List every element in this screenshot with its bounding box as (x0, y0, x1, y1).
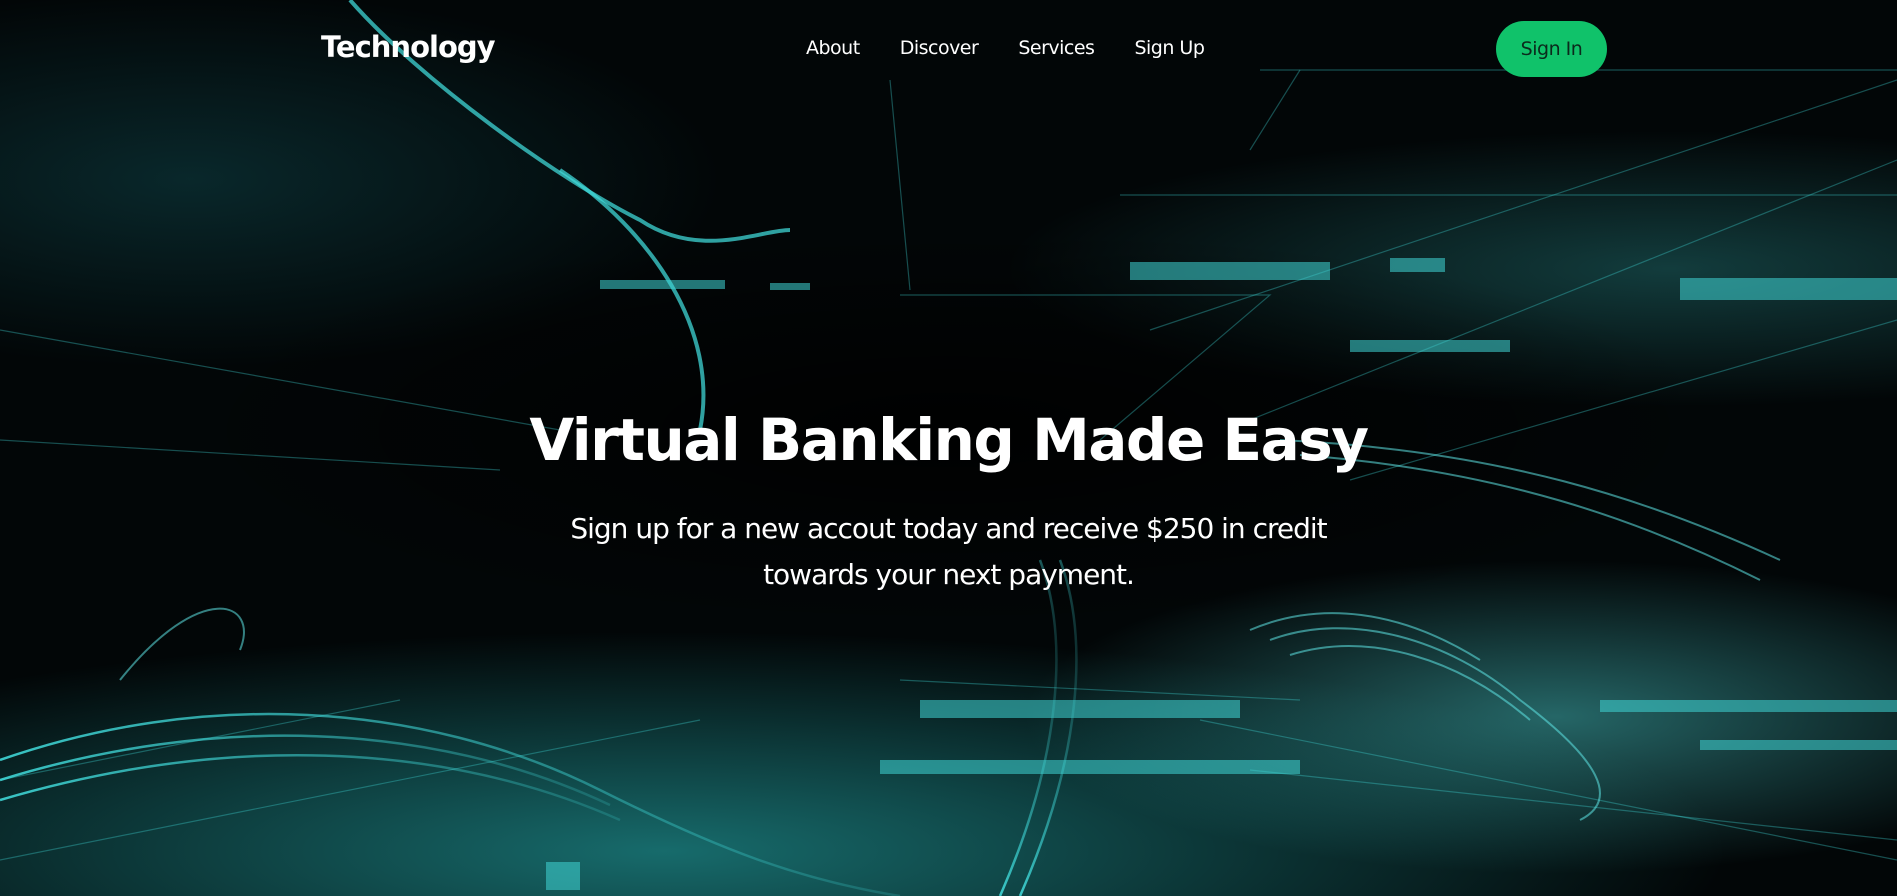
nav-link-discover[interactable]: Discover (900, 37, 979, 59)
hero-subtitle: Sign up for a new accout today and recei… (570, 512, 1327, 591)
hero-content: Virtual Banking Made Easy Sign up for a … (0, 400, 1897, 598)
brand-logo[interactable]: Technology (321, 30, 496, 64)
sign-in-button[interactable]: Sign In (1496, 21, 1607, 77)
hero-title: Virtual Banking Made Easy (529, 406, 1369, 474)
navbar: Technology About Discover Services Sign … (0, 0, 1897, 100)
nav-link-sign-up[interactable]: Sign Up (1134, 37, 1204, 59)
hero-section: Technology About Discover Services Sign … (0, 0, 1897, 896)
nav-link-about[interactable]: About (806, 37, 860, 59)
nav-link-services[interactable]: Services (1018, 37, 1095, 59)
nav-links: About Discover Services Sign Up (806, 37, 1205, 59)
